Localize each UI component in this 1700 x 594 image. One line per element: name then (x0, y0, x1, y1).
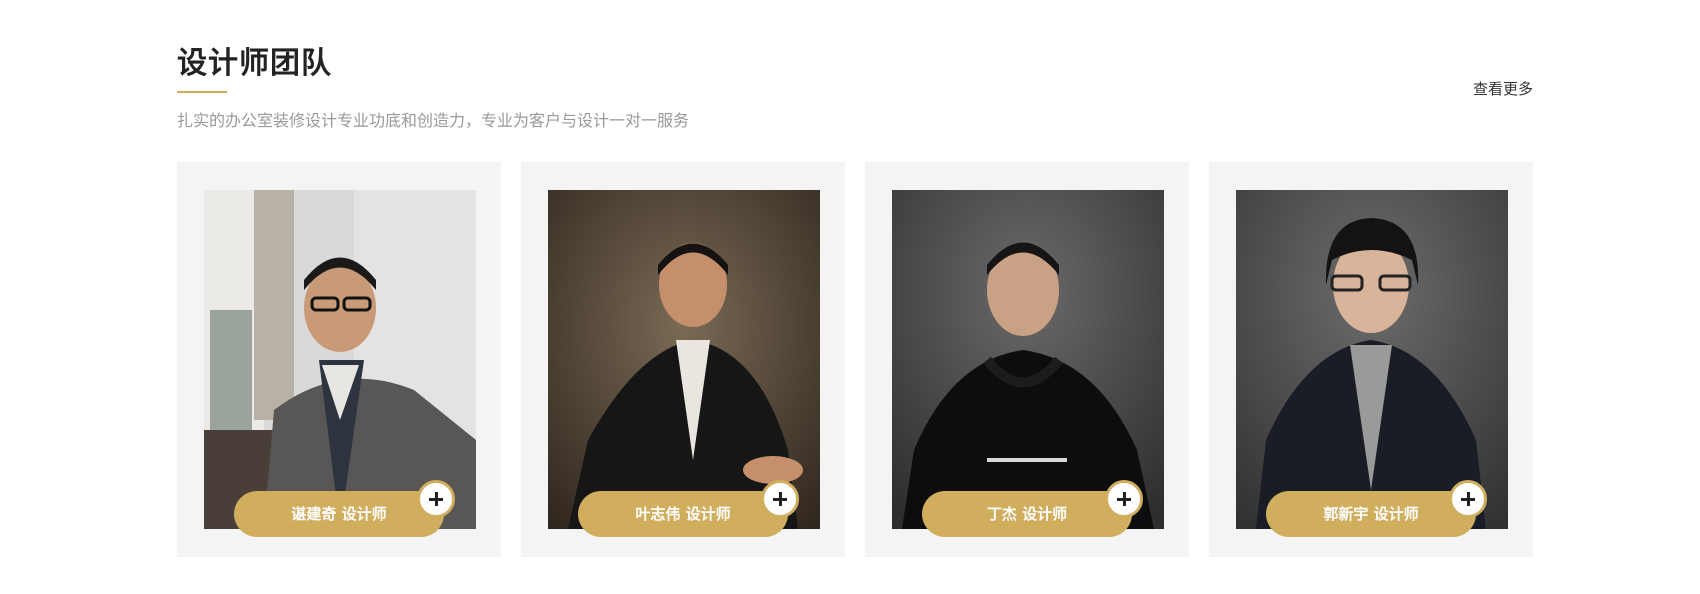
designer-name-button[interactable]: 郭新宇 设计师 (1266, 491, 1476, 537)
designer-portrait-4[interactable] (1236, 190, 1508, 529)
title-underline (177, 91, 227, 93)
designer-portrait-2[interactable] (548, 190, 820, 529)
section-subtitle: 扎实的办公室装修设计专业功底和创造力，专业为客户与设计一对一服务 (177, 111, 690, 130)
designer-cards: 谌建奇 设计师 叶志伟 设计师 丁杰 设计师 郭新宇 设计师 (177, 162, 1533, 557)
designer-team-section: 设计师团队 扎实的办公室装修设计专业功底和创造力，专业为客户与设计一对一服务 查… (177, 0, 1533, 594)
designer-photo-1-image (204, 190, 476, 529)
designer-card-3[interactable]: 丁杰 设计师 (865, 162, 1189, 557)
designer-photo-3-image (892, 190, 1164, 529)
plus-icon[interactable] (1105, 480, 1143, 518)
designer-photo-4-image (1236, 190, 1508, 529)
designer-name-button[interactable]: 谌建奇 设计师 (234, 491, 444, 537)
designer-portrait-3[interactable] (892, 190, 1164, 529)
designer-card-1[interactable]: 谌建奇 设计师 (177, 162, 501, 557)
view-more-link[interactable]: 查看更多 (1473, 78, 1533, 99)
designer-name-button[interactable]: 叶志伟 设计师 (578, 491, 788, 537)
designer-card-4[interactable]: 郭新宇 设计师 (1209, 162, 1533, 557)
designer-name-button[interactable]: 丁杰 设计师 (922, 491, 1132, 537)
plus-icon[interactable] (761, 480, 799, 518)
plus-icon[interactable] (417, 480, 455, 518)
designer-portrait-1[interactable] (204, 190, 476, 529)
designer-card-2[interactable]: 叶志伟 设计师 (521, 162, 845, 557)
section-title: 设计师团队 (177, 46, 332, 81)
plus-icon[interactable] (1449, 480, 1487, 518)
designer-photo-2-image (548, 190, 820, 529)
